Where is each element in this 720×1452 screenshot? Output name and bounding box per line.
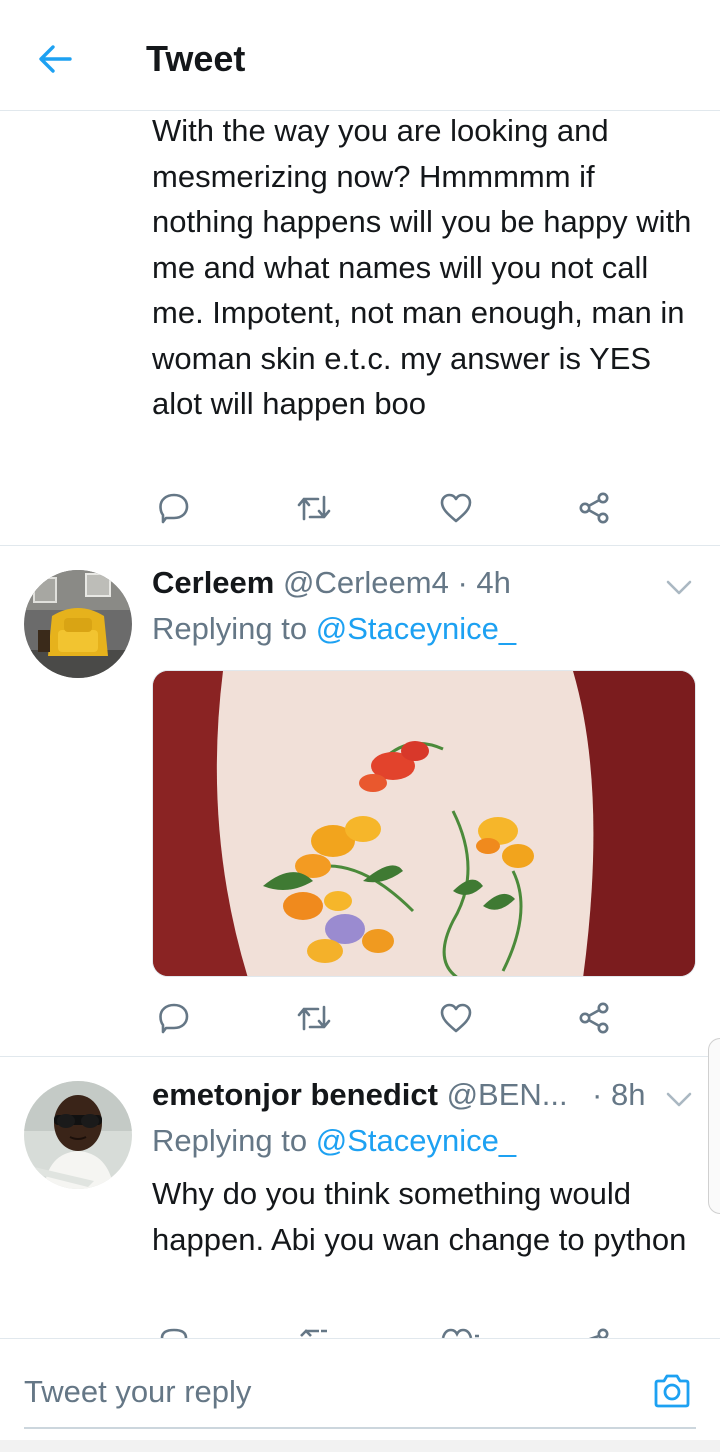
replying-to: Replying to @Staceynice_ <box>152 1123 516 1159</box>
tweet-actions-partial <box>152 1326 652 1338</box>
reply-input[interactable] <box>24 1369 624 1415</box>
retweet-icon <box>297 1005 331 1031</box>
tweet-actions <box>152 996 652 1040</box>
retweet-icon[interactable] <box>297 1326 333 1338</box>
avatar[interactable] <box>24 1081 132 1189</box>
like-button[interactable] <box>434 486 478 530</box>
avatar-image <box>24 1081 132 1189</box>
tattoo-photo <box>153 671 695 976</box>
retweet-icon <box>297 495 331 521</box>
tweet-time[interactable]: 8h <box>611 1077 645 1112</box>
tweet-actions <box>152 486 652 530</box>
like-button[interactable] <box>434 996 478 1040</box>
tweet-time[interactable]: 4h <box>476 565 510 600</box>
reply-icon <box>159 1003 189 1034</box>
tweet-text: Why do you think something would happen.… <box>152 1176 687 1257</box>
app-header: Tweet <box>0 0 720 111</box>
author-handle[interactable]: @BEN... <box>447 1077 568 1112</box>
replying-prefix: Replying to <box>152 611 308 646</box>
author-name[interactable]: Cerleem <box>152 565 274 600</box>
tweet-time-group: · 8h <box>592 1077 645 1113</box>
reply-button[interactable] <box>152 486 196 530</box>
back-arrow-icon <box>39 45 72 73</box>
separator-dot: · <box>457 565 468 600</box>
replying-prefix: Replying to <box>152 1123 308 1158</box>
camera-button[interactable] <box>650 1369 694 1413</box>
reply-button[interactable] <box>152 996 196 1040</box>
avatar-image <box>24 570 132 678</box>
system-bar <box>0 1440 720 1452</box>
author-name[interactable]: emetonjor benedict <box>152 1077 438 1112</box>
share-button[interactable] <box>572 486 616 530</box>
retweet-button[interactable] <box>292 996 336 1040</box>
chevron-down-icon[interactable] <box>664 576 694 598</box>
share-icon[interactable] <box>577 1326 611 1338</box>
tweet-meta: Cerleem @Cerleem4 · 4h <box>152 565 511 601</box>
retweet-button[interactable] <box>292 486 336 530</box>
divider <box>0 1056 720 1057</box>
divider <box>0 545 720 546</box>
separator-dot: · <box>592 1077 603 1112</box>
replying-handle-link[interactable]: @Staceynice_ <box>316 1123 516 1158</box>
page-title: Tweet <box>146 38 246 79</box>
chevron-down-icon[interactable] <box>664 1088 694 1110</box>
replying-handle-link[interactable]: @Staceynice_ <box>316 611 516 646</box>
author-handle[interactable]: @Cerleem4 <box>283 565 449 600</box>
share-button[interactable] <box>572 996 616 1040</box>
composer-underline <box>24 1427 696 1429</box>
like-icon <box>440 493 472 523</box>
like-icon <box>440 1003 472 1033</box>
reply-icon[interactable] <box>157 1326 191 1338</box>
back-button[interactable] <box>30 36 80 82</box>
replying-to: Replying to @Staceynice_ <box>152 611 516 647</box>
camera-icon <box>654 1374 690 1408</box>
tweet-text: With the way you are looking and mesmeri… <box>152 113 692 421</box>
tweet-media[interactable] <box>152 670 696 977</box>
like-icon[interactable] <box>439 1326 479 1338</box>
reply-composer <box>0 1338 720 1452</box>
share-icon <box>579 492 609 524</box>
share-icon <box>579 1002 609 1034</box>
reply-icon <box>159 493 189 524</box>
tweet-meta: emetonjor benedict @BEN... <box>152 1077 568 1113</box>
scroll-handle[interactable] <box>708 1038 720 1214</box>
avatar[interactable] <box>24 570 132 678</box>
